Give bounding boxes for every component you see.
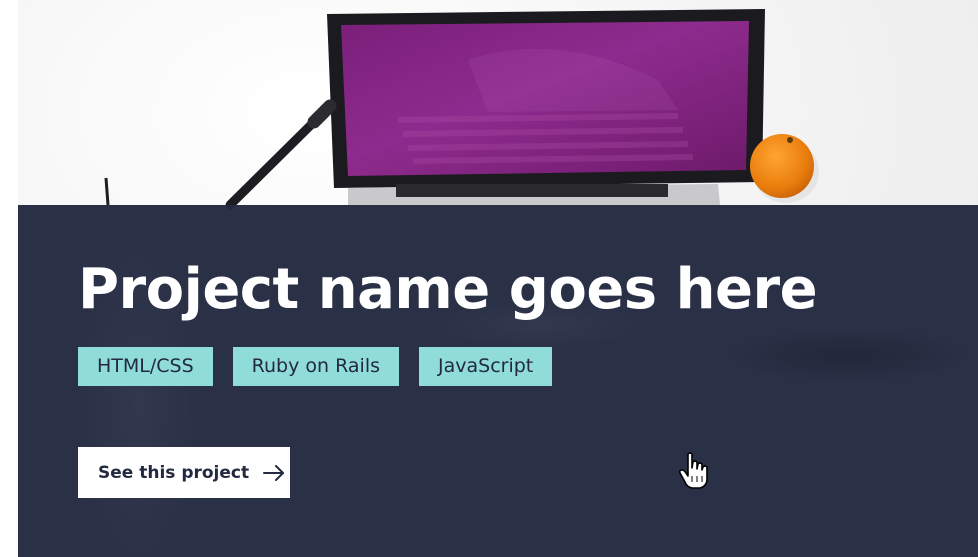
hand-cursor-icon xyxy=(678,452,708,489)
stylus-icon xyxy=(104,177,110,206)
see-project-label: See this project xyxy=(98,462,250,483)
orange-icon xyxy=(750,134,819,203)
pen-icon xyxy=(225,99,337,210)
tag-ruby-on-rails: Ruby on Rails xyxy=(232,347,399,386)
tag-html-css: HTML/CSS xyxy=(78,347,213,386)
project-card: Project name goes here HTML/CSS Ruby on … xyxy=(18,0,978,557)
project-overlay: Project name goes here HTML/CSS Ruby on … xyxy=(18,205,978,557)
laptop-icon xyxy=(327,9,765,205)
project-title: Project name goes here xyxy=(78,257,818,322)
see-project-button[interactable]: See this project xyxy=(78,447,290,498)
tech-tags: HTML/CSS Ruby on Rails JavaScript xyxy=(78,347,553,386)
tag-javascript: JavaScript xyxy=(419,347,553,386)
arrow-right-icon xyxy=(263,464,285,481)
